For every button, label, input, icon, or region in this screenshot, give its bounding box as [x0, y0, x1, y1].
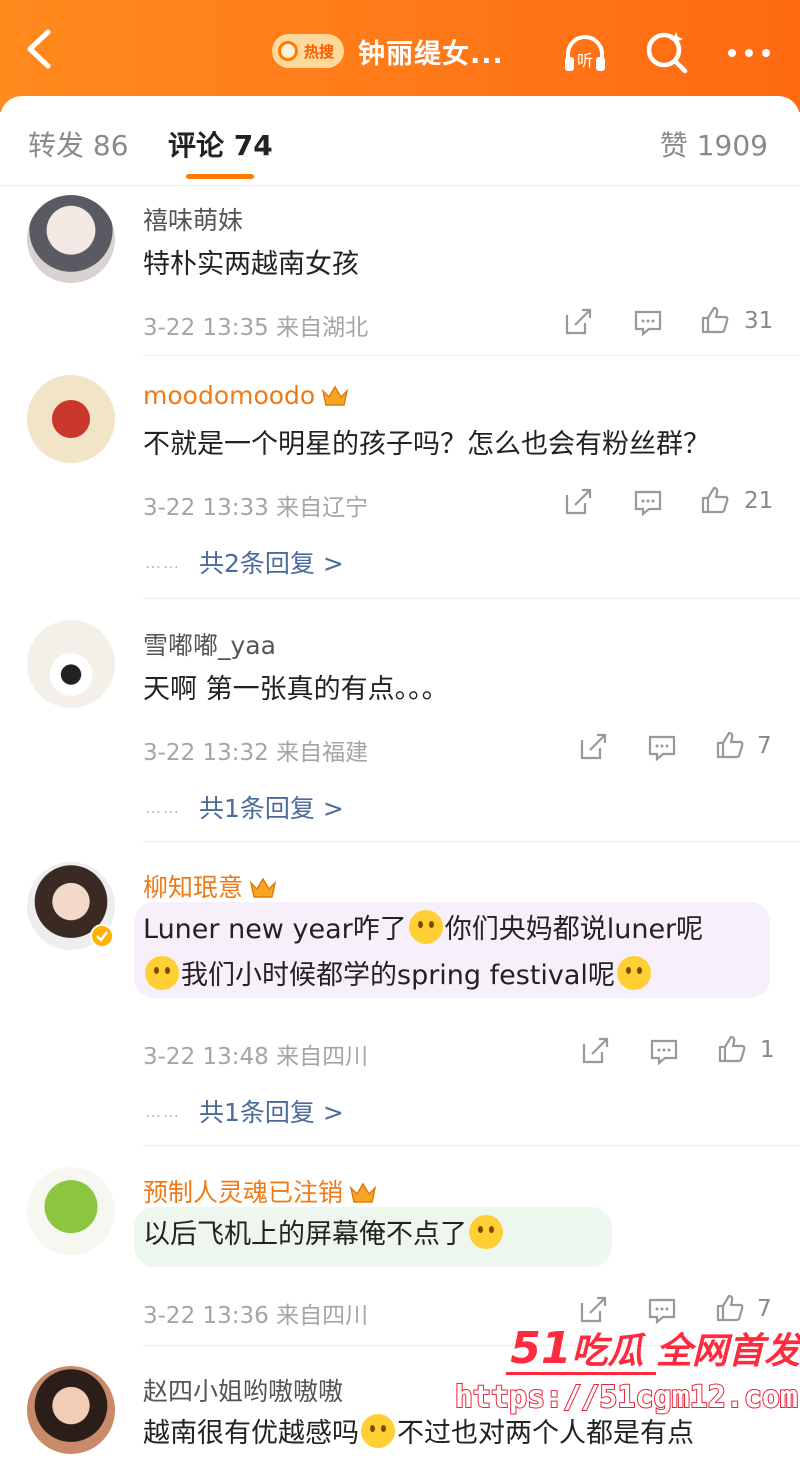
like-thumb-icon[interactable] [700, 305, 730, 335]
username[interactable]: 预制人灵魂已注销 [143, 1173, 377, 1209]
tab-bar: 转发 86 评论 74 赞 1909 [0, 96, 800, 186]
comment-text: 特朴实两越南女孩 [143, 249, 359, 280]
laughing-crying-emoji-icon [469, 1215, 503, 1249]
comment-meta: 3-22 13:48 来自四川 [143, 1044, 369, 1070]
username[interactable]: 柳知珉意 [143, 868, 277, 904]
comment-text: 以后飞机上的屏幕俺不点了 [143, 1213, 505, 1257]
avatar[interactable] [27, 1366, 115, 1454]
reply-icon[interactable] [633, 487, 663, 517]
reply-icon[interactable] [647, 732, 677, 762]
divider [143, 355, 800, 356]
crying-emoji-icon [616, 956, 651, 990]
crying-emoji-icon [145, 956, 179, 990]
share-icon[interactable] [563, 487, 593, 517]
divider [143, 1145, 800, 1146]
comment-meta: 3-22 13:33 来自辽宁 [143, 495, 369, 521]
tab-repost[interactable]: 转发 86 [28, 124, 129, 164]
avatar[interactable] [27, 620, 115, 708]
like-count: 21 [744, 488, 774, 514]
like-count: 1 [760, 1037, 775, 1063]
comment-text: 不就是一个明星的孩子吗？怎么也会有粉丝群？ [143, 429, 710, 460]
like-count: 31 [744, 308, 774, 334]
comment-item: 预制人灵魂已注销 以后飞机上的屏幕俺不点了 3-22 13:36 来自四川 7 [0, 1167, 800, 1346]
avatar[interactable] [27, 375, 115, 463]
share-icon[interactable] [578, 732, 608, 762]
tab-comments[interactable]: 评论 74 [168, 124, 273, 164]
reply-icon[interactable] [633, 307, 663, 337]
watermark-underline [506, 1372, 656, 1375]
comment-text: 我们小时候都学的spring festival呢 [143, 954, 653, 998]
like-thumb-icon[interactable] [715, 1293, 745, 1323]
like-count: 7 [757, 1296, 772, 1322]
like-thumb-icon[interactable] [700, 485, 730, 515]
share-icon[interactable] [563, 307, 593, 337]
hot-tag-label: 热搜 [304, 42, 335, 61]
avatar[interactable] [27, 195, 115, 283]
vip-crown-icon [349, 1182, 377, 1203]
username[interactable]: moodomoodo [143, 381, 349, 410]
comment-text: Luner new year咋了 你们央妈都说luner呢 [143, 908, 703, 952]
verified-badge-icon [90, 924, 114, 948]
username[interactable]: 雪嘟嘟_yaa [143, 626, 276, 662]
topic-title: 钟丽缇女... [358, 38, 504, 70]
crying-emoji-icon [408, 910, 443, 944]
comment-meta: 3-22 13:32 来自福建 [143, 740, 369, 766]
like-count: 7 [757, 733, 772, 759]
divider [143, 841, 800, 842]
username[interactable]: 禧味萌妹 [143, 201, 243, 237]
watermark-slogan: 51吃瓜 全网首发 [510, 1323, 800, 1374]
share-icon[interactable] [578, 1295, 608, 1325]
more-dots-icon[interactable] [724, 28, 774, 78]
like-thumb-icon[interactable] [715, 730, 745, 760]
reply-icon[interactable] [647, 1295, 677, 1325]
view-replies-link[interactable]: …… 共2条回复 > [145, 544, 344, 580]
comment-item: 柳知珉意 Luner new year咋了 你们央妈都说luner呢 我们小时候都… [0, 862, 800, 1146]
hot-search-title[interactable]: 热搜 钟丽缇女... [272, 32, 504, 70]
svg-text:听: 听 [577, 51, 593, 70]
view-replies-link[interactable]: …… 共1条回复 > [145, 1093, 344, 1129]
view-replies-link[interactable]: …… 共1条回复 > [145, 789, 344, 825]
comment-item: 禧味萌妹 特朴实两越南女孩 3-22 13:35 来自湖北 31 [0, 195, 800, 356]
active-tab-indicator [186, 174, 254, 179]
hot-search-icon [278, 41, 298, 61]
vip-crown-icon [249, 877, 277, 898]
reply-icon[interactable] [649, 1036, 679, 1066]
vip-crown-icon [321, 385, 349, 406]
hot-search-badge: 热搜 [272, 34, 345, 68]
laughing-crying-emoji-icon [361, 1414, 395, 1448]
avatar[interactable] [27, 1167, 115, 1255]
tab-likes[interactable]: 赞 1909 [660, 124, 768, 164]
back-arrow-icon[interactable] [20, 24, 60, 74]
search-icon[interactable] [642, 28, 692, 78]
watermark: 51吃瓜 全网首发 https://51cgm12.com [454, 1322, 800, 1442]
share-icon[interactable] [580, 1036, 610, 1066]
divider [143, 598, 800, 599]
comment-item: moodomoodo 不就是一个明星的孩子吗？怎么也会有粉丝群？ 3-22 13… [0, 375, 800, 599]
comment-meta: 3-22 13:36 来自四川 [143, 1303, 369, 1329]
headphones-listen-icon[interactable]: 听 [560, 28, 610, 78]
like-thumb-icon[interactable] [717, 1034, 747, 1064]
comment-text: 天啊 第一张真的有点。。。 [143, 674, 449, 705]
comment-item: 雪嘟嘟_yaa 天啊 第一张真的有点。。。 3-22 13:32 来自福建 7 … [0, 620, 800, 842]
watermark-url: https://51cgm12.com [454, 1379, 799, 1416]
comment-meta: 3-22 13:35 来自湖北 [143, 315, 369, 341]
username[interactable]: 赵四小姐哟嗷嗷嗷 [143, 1372, 343, 1408]
